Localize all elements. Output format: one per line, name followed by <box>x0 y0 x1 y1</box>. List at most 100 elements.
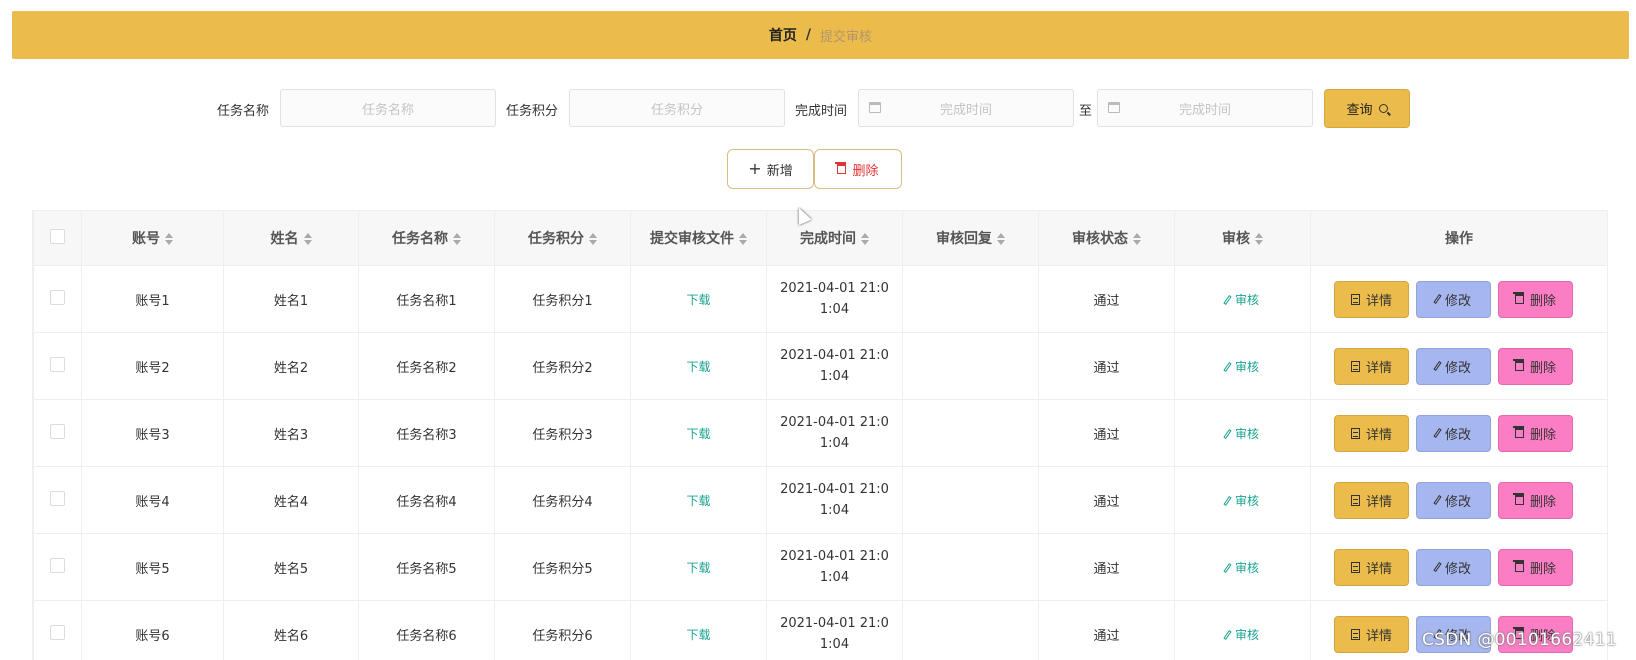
document-icon <box>1350 293 1360 305</box>
calendar-icon <box>1108 102 1120 113</box>
edit-icon <box>1223 495 1232 506</box>
select-all-checkbox[interactable] <box>50 228 65 244</box>
column-header[interactable]: 姓名 <box>223 210 359 266</box>
detail-button[interactable]: 详情 <box>1334 548 1409 586</box>
download-link[interactable]: 下载 <box>686 561 710 575</box>
download-link[interactable]: 下载 <box>686 360 710 374</box>
add-button[interactable]: + 新增 <box>727 149 814 189</box>
data-table: 账号 姓名 任务名称 任务积分 提交审核文件 完成时间 审核回复 审核状态 审核… <box>32 210 1608 660</box>
edit-icon <box>1223 629 1232 640</box>
download-link[interactable]: 下载 <box>686 628 710 642</box>
audit-link[interactable]: 审核 <box>1223 427 1259 441</box>
table-row: 账号2 姓名2 任务名称2 任务积分2 下载 2021-04-01 21:0 1:… <box>33 332 1607 400</box>
cell-account: 账号5 <box>81 533 224 601</box>
edit-button[interactable]: 修改 <box>1416 414 1491 452</box>
cell-finish-time: 2021-04-01 21:0 1:04 <box>780 348 889 384</box>
trash-icon <box>1512 560 1524 572</box>
row-checkbox[interactable] <box>50 423 65 439</box>
delete-button[interactable]: 删除 <box>1498 548 1573 586</box>
cell-task-name: 任务名称3 <box>358 399 495 467</box>
column-header[interactable]: 审核状态 <box>1038 210 1175 266</box>
column-header[interactable]: 提交审核文件 <box>630 210 767 266</box>
sort-icon[interactable] <box>1133 233 1141 245</box>
column-header[interactable]: 完成时间 <box>766 210 903 266</box>
sort-icon[interactable] <box>739 233 747 245</box>
sort-icon[interactable] <box>589 233 597 245</box>
audit-link[interactable]: 审核 <box>1223 494 1259 508</box>
edit-icon <box>1433 428 1442 438</box>
batch-delete-button[interactable]: 删除 <box>814 149 902 189</box>
column-header[interactable]: 账号 <box>81 210 224 266</box>
cell-reply <box>902 533 1039 601</box>
task-name-input[interactable]: 任务名称 <box>280 89 496 127</box>
finish-time-start-input[interactable]: 完成时间 <box>858 89 1074 127</box>
task-score-input[interactable]: 任务积分 <box>569 89 785 127</box>
audit-link[interactable]: 审核 <box>1223 360 1259 374</box>
column-header[interactable]: 任务积分 <box>494 210 631 266</box>
batch-delete-label: 删除 <box>852 163 879 179</box>
finish-time-label: 完成时间 <box>795 104 848 119</box>
sort-icon[interactable] <box>453 233 461 245</box>
sort-icon[interactable] <box>861 233 869 245</box>
row-checkbox[interactable] <box>50 624 65 640</box>
cell-name: 姓名6 <box>223 600 359 660</box>
document-icon <box>1350 561 1360 573</box>
edit-button[interactable]: 修改 <box>1416 481 1491 519</box>
detail-button[interactable]: 详情 <box>1334 347 1409 385</box>
download-link[interactable]: 下载 <box>686 427 710 441</box>
edit-icon <box>1433 294 1442 304</box>
sort-icon[interactable] <box>303 233 312 245</box>
row-checkbox[interactable] <box>50 289 65 305</box>
row-checkbox[interactable] <box>50 490 65 506</box>
edit-button[interactable]: 修改 <box>1416 548 1491 586</box>
cell-account: 账号4 <box>81 466 224 534</box>
row-checkbox[interactable] <box>50 356 65 372</box>
edit-button[interactable]: 修改 <box>1416 347 1491 385</box>
detail-button[interactable]: 详情 <box>1334 280 1409 318</box>
breadcrumb-home[interactable]: 首页 <box>769 25 797 45</box>
delete-button[interactable]: 删除 <box>1498 347 1573 385</box>
cell-finish-time: 2021-04-01 21:0 1:04 <box>780 616 889 652</box>
row-checkbox[interactable] <box>50 557 65 573</box>
trash-icon <box>835 162 847 174</box>
trash-icon <box>1512 292 1524 304</box>
detail-button[interactable]: 详情 <box>1334 414 1409 452</box>
edit-button[interactable]: 修改 <box>1416 280 1491 318</box>
download-link[interactable]: 下载 <box>686 494 710 508</box>
audit-link[interactable]: 审核 <box>1223 293 1259 307</box>
delete-button[interactable]: 删除 <box>1498 280 1573 318</box>
sort-icon[interactable] <box>997 233 1005 245</box>
audit-link[interactable]: 审核 <box>1223 561 1259 575</box>
sort-icon[interactable] <box>165 233 173 245</box>
finish-time-start-placeholder: 完成时间 <box>939 102 992 118</box>
download-link[interactable]: 下载 <box>686 293 710 307</box>
task-name-placeholder: 任务名称 <box>361 102 414 118</box>
document-icon <box>1350 427 1360 439</box>
table-row: 账号5 姓名5 任务名称5 任务积分5 下载 2021-04-01 21:0 1:… <box>33 533 1607 601</box>
breadcrumb-current: 提交审核 <box>820 29 873 45</box>
cell-status: 通过 <box>1038 265 1175 333</box>
cell-status: 通过 <box>1038 332 1175 400</box>
finish-time-end-input[interactable]: 完成时间 <box>1097 89 1313 127</box>
table-header-row: 账号 姓名 任务名称 任务积分 提交审核文件 完成时间 审核回复 审核状态 审核… <box>33 210 1607 266</box>
detail-button[interactable]: 详情 <box>1334 615 1409 653</box>
cell-task-score: 任务积分1 <box>494 265 631 333</box>
cell-task-score: 任务积分3 <box>494 399 631 467</box>
query-button[interactable]: 查询 <box>1324 89 1410 128</box>
cell-reply <box>902 265 1039 333</box>
cell-status: 通过 <box>1038 399 1175 467</box>
column-header[interactable]: 审核 <box>1174 210 1311 266</box>
cell-status: 通过 <box>1038 600 1175 660</box>
cell-name: 姓名4 <box>223 466 359 534</box>
edit-icon <box>1223 428 1232 439</box>
delete-button[interactable]: 删除 <box>1498 481 1573 519</box>
delete-button[interactable]: 删除 <box>1498 414 1573 452</box>
sort-icon[interactable] <box>1255 233 1263 245</box>
document-icon <box>1350 494 1360 506</box>
column-header[interactable]: 审核回复 <box>902 210 1039 266</box>
add-button-label: 新增 <box>766 163 793 179</box>
column-header[interactable]: 任务名称 <box>358 210 495 266</box>
audit-link[interactable]: 审核 <box>1223 628 1259 642</box>
calendar-icon <box>869 102 881 113</box>
detail-button[interactable]: 详情 <box>1334 481 1409 519</box>
